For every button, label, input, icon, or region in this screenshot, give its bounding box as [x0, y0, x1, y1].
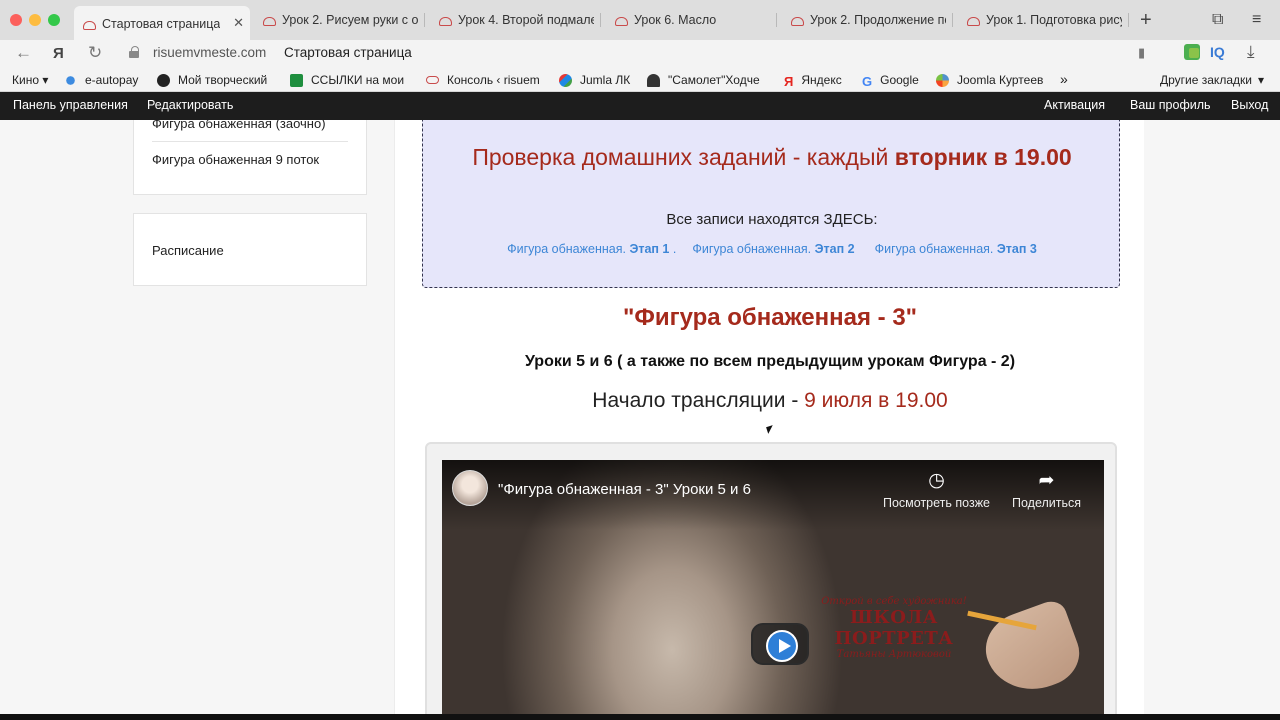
menu-icon[interactable]: ≡ — [1252, 11, 1261, 29]
bookmark-google[interactable]: G Google — [862, 73, 919, 89]
bookmark-console[interactable]: Консоль ‹ risuem — [426, 73, 540, 87]
bookmarks-overflow-icon[interactable]: » — [1060, 71, 1068, 87]
stage-1-link[interactable]: Фигура обнаженная. Этап 1 . — [507, 242, 676, 256]
activation-link[interactable]: Активация — [1044, 98, 1105, 112]
url-page-title[interactable]: Стартовая страница — [284, 45, 412, 60]
stream-start-line: Начало трансляции - 9 июля в 19.00 — [592, 389, 948, 412]
site-favicon-icon — [426, 76, 439, 84]
new-tab-button[interactable]: + — [1140, 10, 1152, 30]
sidebar-schedule-box: Расписание — [133, 213, 367, 286]
tab-start-page[interactable]: Стартовая страница ✕ — [74, 6, 250, 40]
video-frame: "Фигура обнаженная - 3" Уроки 5 и 6 ◷ По… — [425, 442, 1117, 714]
tab-lesson-continuation[interactable]: Урок 2. Продолжение по — [782, 8, 946, 32]
play-button[interactable] — [751, 623, 809, 665]
close-window-button[interactable] — [10, 14, 22, 26]
tab-lesson-preparation[interactable]: Урок 1. Подготовка рису — [958, 8, 1122, 32]
tabs-overview-icon[interactable]: ⧉ — [1212, 11, 1223, 29]
download-icon[interactable]: ⤓ — [1247, 42, 1255, 62]
maximize-window-button[interactable] — [48, 14, 60, 26]
tab-title: Урок 6. Масло — [634, 13, 717, 27]
jumla-icon — [559, 73, 572, 87]
back-icon[interactable]: ← — [15, 43, 32, 63]
main-column: Проверка домашних заданий - каждый вторн… — [394, 120, 1144, 714]
site-favicon-icon — [966, 14, 980, 27]
homework-title: Проверка домашних заданий - каждый вторн… — [472, 144, 1072, 170]
tab-title: Урок 1. Подготовка рису — [986, 13, 1122, 27]
profile-link[interactable]: Ваш профиль — [1130, 98, 1211, 112]
sidebar-item-schedule[interactable]: Расписание — [152, 243, 224, 258]
bookmark-e-autopay[interactable]: e-autopay — [64, 73, 138, 87]
tab-title: Стартовая страница — [102, 17, 221, 31]
page-content: Фигура обнаженная (заочно) Фигура обнаже… — [0, 120, 1280, 714]
edit-link[interactable]: Редактировать — [147, 98, 233, 112]
browser-toolbar: ← Я ↻ risuemvmeste.com Стартовая страниц… — [0, 40, 1280, 68]
bookmark-joomla[interactable]: Joomla Куртеев — [936, 73, 1043, 87]
stage-3-link[interactable]: Фигура обнаженная. Этап 3 — [875, 242, 1037, 256]
video-title[interactable]: "Фигура обнаженная - 3" Уроки 5 и 6 — [498, 481, 751, 498]
channel-avatar[interactable] — [452, 470, 488, 506]
tab-title: Урок 4. Второй подмале — [458, 13, 594, 27]
bookmark-yandex[interactable]: Я Яндекс — [784, 73, 842, 89]
minimize-window-button[interactable] — [29, 14, 41, 26]
joomla-icon — [936, 73, 949, 87]
lessons-line: Уроки 5 и 6 ( а также по всем предыдущим… — [524, 353, 1016, 370]
stage-2-link[interactable]: Фигура обнаженная. Этап 2 — [692, 242, 854, 256]
share-icon: ➦ — [1038, 470, 1055, 491]
browser-tab-strip: Стартовая страница ✕ Урок 2. Рисуем руки… — [0, 0, 1280, 40]
plane-icon — [647, 73, 660, 87]
other-bookmarks[interactable]: Другие закладки ▾ — [1160, 73, 1264, 87]
site-favicon-icon — [82, 18, 96, 31]
sidebar-item-figure-stream-9[interactable]: Фигура обнаженная 9 поток — [152, 152, 319, 167]
sheets-icon — [290, 73, 303, 87]
bookmark-my-creative[interactable]: Мой творческий — [157, 73, 267, 87]
chevron-down-icon: ▾ — [1257, 73, 1264, 87]
iq-extension-icon[interactable]: IQ — [1210, 44, 1225, 60]
tab-lesson-oil[interactable]: Урок 6. Масло — [606, 8, 770, 32]
google-icon: G — [862, 73, 873, 89]
window-bottom-edge — [0, 714, 1280, 720]
admin-bar: Панель управления Редактировать Активаци… — [0, 92, 1280, 120]
e-autopay-icon — [64, 73, 77, 87]
youtube-video-player[interactable]: "Фигура обнаженная - 3" Уроки 5 и 6 ◷ По… — [442, 460, 1104, 714]
site-favicon-icon — [790, 14, 804, 27]
sidebar-menu: Фигура обнаженная (заочно) Фигура обнаже… — [133, 120, 367, 195]
creative-icon — [157, 73, 170, 87]
url-domain[interactable]: risuemvmeste.com — [153, 45, 266, 60]
tab-lesson-hands[interactable]: Урок 2. Рисуем руки с о — [254, 8, 418, 32]
tab-title: Урок 2. Рисуем руки с о — [282, 13, 418, 27]
bookmark-jumla[interactable]: Jumla ЛК — [559, 73, 630, 87]
recordings-links: Фигура обнаженная. Этап 1 . Фигура обнаж… — [423, 242, 1121, 256]
yandex-icon: Я — [784, 73, 794, 89]
close-tab-icon[interactable]: ✕ — [233, 15, 244, 31]
reload-icon[interactable]: ↻ — [88, 43, 102, 63]
sidebar-item-figure-correspondence[interactable]: Фигура обнаженная (заочно) — [152, 120, 326, 131]
logout-link[interactable]: Выход — [1231, 98, 1268, 112]
site-favicon-icon — [614, 14, 628, 27]
bookmark-links[interactable]: ССЫЛКИ на мои — [290, 73, 404, 87]
bookmark-samolet[interactable]: "Самолет"Ходче — [647, 73, 760, 87]
site-favicon-icon — [262, 14, 276, 27]
bookmarks-bar: Кино ▾ e-autopay Мой творческий ССЫЛКИ н… — [0, 68, 1280, 92]
lock-icon — [129, 46, 139, 58]
tab-title: Урок 2. Продолжение по — [810, 13, 946, 27]
play-icon — [766, 630, 798, 662]
extension-icon[interactable] — [1184, 44, 1200, 60]
bookmark-kino[interactable]: Кино ▾ — [12, 73, 48, 87]
yandex-logo-icon[interactable]: Я — [53, 45, 64, 62]
site-favicon-icon — [438, 14, 452, 27]
clock-icon: ◷ — [928, 470, 945, 491]
homework-subtitle: Все записи находятся ЗДЕСЬ: — [666, 211, 878, 228]
share-button[interactable]: ➦ Поделиться — [1012, 469, 1081, 510]
homework-notice-box: Проверка домашних заданий - каждый вторн… — [422, 120, 1120, 288]
dashboard-link[interactable]: Панель управления — [13, 98, 128, 112]
bookmark-icon[interactable]: ▮ — [1138, 45, 1145, 61]
tab-lesson-underpainting[interactable]: Урок 4. Второй подмале — [430, 8, 594, 32]
watch-later-button[interactable]: ◷ Посмотреть позже — [883, 469, 990, 510]
course-heading: "Фигура обнаженная - 3" — [622, 304, 918, 331]
